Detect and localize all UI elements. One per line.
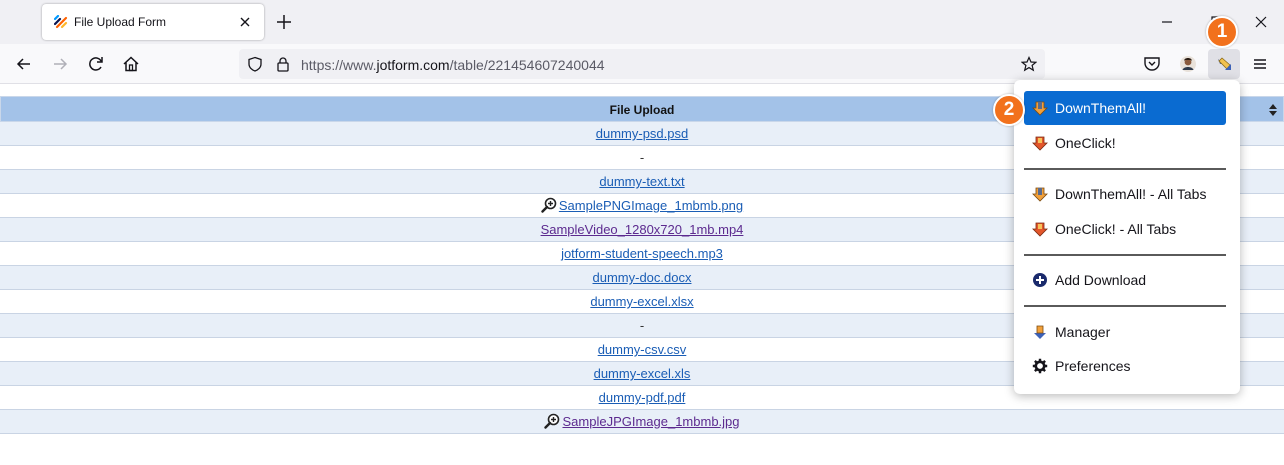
- table-cell: dummy-excel.xls: [594, 362, 691, 385]
- file-link[interactable]: SampleJPGImage_1mbmb.jpg: [562, 414, 739, 429]
- table-cell: dummy-text.txt: [599, 170, 684, 193]
- shield-icon[interactable]: [247, 56, 263, 72]
- home-icon[interactable]: [121, 54, 141, 74]
- file-link[interactable]: dummy-pdf.pdf: [599, 390, 686, 405]
- table-cell: jotform-student-speech.mp3: [561, 242, 723, 265]
- zoom-preview-icon[interactable]: [541, 197, 557, 213]
- reload-icon[interactable]: [86, 54, 106, 74]
- menu-item-oneclick[interactable]: OneClick!: [1024, 126, 1226, 160]
- downthemall-toolbar-button[interactable]: [1208, 49, 1240, 79]
- file-link[interactable]: SampleVideo_1280x720_1mb.mp4: [541, 222, 744, 237]
- file-link[interactable]: dummy-text.txt: [599, 174, 684, 189]
- close-tab-icon[interactable]: [236, 13, 254, 31]
- jotform-favicon-icon: [54, 15, 68, 29]
- bookmark-star-icon[interactable]: [1021, 56, 1037, 72]
- table-cell: SampleVideo_1280x720_1mb.mp4: [541, 218, 744, 241]
- zoom-preview-icon[interactable]: [544, 413, 560, 429]
- oneclick-icon: [1032, 222, 1048, 237]
- file-link[interactable]: SamplePNGImage_1mbmb.png: [559, 198, 743, 213]
- menu-item-label: OneClick!: [1055, 135, 1116, 151]
- step-callout-1: 1: [1206, 16, 1238, 48]
- address-bar[interactable]: https://www.jotform.com/table/2214546072…: [239, 49, 1045, 79]
- downthemall-toolbar-icon: [1218, 57, 1231, 70]
- menu-item-add-download[interactable]: Add Download: [1024, 263, 1226, 297]
- menu-item-label: Manager: [1055, 324, 1111, 340]
- table-cell: dummy-csv.csv: [598, 338, 687, 361]
- file-link[interactable]: dummy-doc.docx: [593, 270, 692, 285]
- table-row: SampleJPGImage_1mbmb.jpg: [0, 410, 1284, 434]
- menu-item-label: OneClick! - All Tabs: [1055, 221, 1177, 237]
- table-cell: dummy-psd.psd: [596, 122, 688, 145]
- menu-separator: [1024, 305, 1226, 307]
- table-cell: dummy-pdf.pdf: [599, 386, 686, 409]
- table-cell: dummy-excel.xlsx: [590, 290, 693, 313]
- browser-tab[interactable]: File Upload Form: [42, 4, 264, 40]
- tab-strip: File Upload Form: [0, 0, 1284, 44]
- navigation-toolbar: https://www.jotform.com/table/2214546072…: [0, 44, 1284, 84]
- menu-item-downthemall[interactable]: DownThemAll!: [1024, 91, 1226, 125]
- menu-separator: [1024, 168, 1226, 170]
- menu-item-label: Add Download: [1055, 272, 1147, 288]
- gear-icon: [1032, 358, 1048, 374]
- forward-icon[interactable]: [50, 54, 70, 74]
- file-link[interactable]: jotform-student-speech.mp3: [561, 246, 723, 261]
- file-link[interactable]: dummy-excel.xlsx: [590, 294, 693, 309]
- menu-item-label: DownThemAll! - All Tabs: [1055, 186, 1207, 202]
- downthemall-icon: [1032, 101, 1048, 116]
- add-circle-icon: [1033, 273, 1047, 287]
- oneclick-icon: [1032, 136, 1048, 151]
- table-cell: -: [640, 146, 644, 169]
- url-path: /table/221454607240044: [449, 57, 605, 73]
- menu-item-manager[interactable]: Manager: [1024, 315, 1226, 349]
- menu-separator: [1024, 254, 1226, 256]
- table-cell: -: [640, 314, 644, 337]
- url-text[interactable]: https://www.jotform.com/table/2214546072…: [301, 57, 605, 73]
- lock-icon[interactable]: [275, 56, 291, 72]
- tab-title: File Upload Form: [74, 15, 167, 29]
- table-cell: dummy-doc.docx: [593, 266, 692, 289]
- table-cell: SamplePNGImage_1mbmb.png: [541, 194, 743, 217]
- empty-cell-text: -: [639, 150, 645, 165]
- file-link[interactable]: dummy-psd.psd: [596, 126, 688, 141]
- menu-item-preferences[interactable]: Preferences: [1024, 349, 1226, 383]
- menu-item-label: DownThemAll!: [1055, 100, 1147, 116]
- new-tab-icon[interactable]: [274, 12, 294, 32]
- step-callout-2: 2: [993, 94, 1025, 126]
- close-window-icon[interactable]: [1252, 13, 1270, 31]
- url-scheme: https://www.: [301, 57, 377, 73]
- empty-cell-text: -: [639, 318, 645, 333]
- menu-item-label: Preferences: [1055, 358, 1131, 374]
- back-icon[interactable]: [14, 54, 34, 74]
- table-cell: SampleJPGImage_1mbmb.jpg: [544, 410, 740, 433]
- file-link[interactable]: dummy-csv.csv: [598, 342, 687, 357]
- minimize-icon[interactable]: [1158, 13, 1176, 31]
- menu-item-downthemall-all-tabs[interactable]: DownThemAll! - All Tabs: [1024, 177, 1226, 211]
- url-host: jotform.com: [376, 57, 450, 73]
- sort-icon[interactable]: [1268, 103, 1278, 117]
- menu-item-oneclick-all-tabs[interactable]: OneClick! - All Tabs: [1024, 212, 1226, 246]
- downthemall-popup-menu: DownThemAll! OneClick! DownThemAll! - Al…: [1014, 80, 1240, 394]
- pocket-icon[interactable]: [1142, 54, 1162, 74]
- manager-icon: [1034, 325, 1046, 339]
- file-link[interactable]: dummy-excel.xls: [594, 366, 691, 381]
- downthemall-icon: [1032, 187, 1048, 202]
- hamburger-menu-icon[interactable]: [1250, 54, 1270, 74]
- account-avatar-icon[interactable]: [1178, 54, 1198, 74]
